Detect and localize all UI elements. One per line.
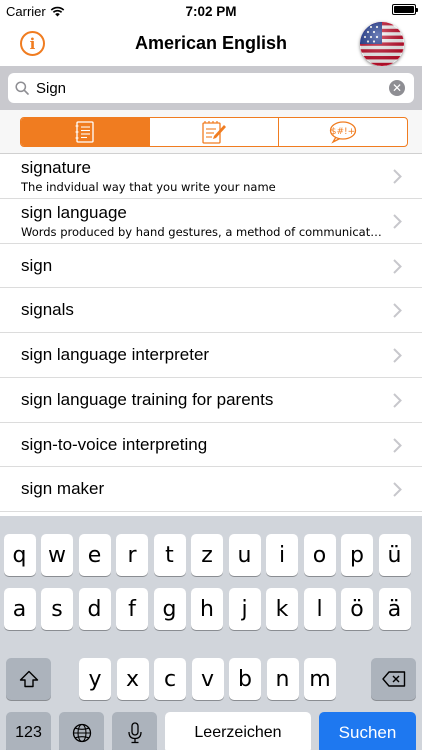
segmented-control: $#!+ [20,117,408,147]
clear-icon[interactable]: ✕ [389,80,405,96]
key-v[interactable]: v [191,658,224,700]
shift-key[interactable] [6,658,51,700]
status-time: 7:02 PM [185,4,237,19]
delete-key[interactable] [371,658,416,700]
battery-level [394,6,414,13]
shift-icon [19,670,38,688]
segment-speech[interactable]: $#!+ [279,118,407,146]
key-x[interactable]: x [116,658,149,700]
edit-note-icon [202,121,226,144]
key-e[interactable]: e [78,534,111,576]
search-field[interactable]: ✕ [8,73,414,103]
globe-key[interactable] [59,712,104,750]
list-item[interactable]: signature The indvidual way that you wri… [0,154,422,199]
key-w[interactable]: w [41,534,73,576]
search-bar: ✕ [0,66,422,110]
segment-bar: $#!+ [0,110,422,154]
key-l[interactable]: l [303,588,336,630]
key-ä[interactable]: ä [378,588,411,630]
globe-icon [72,723,91,743]
chevron-right-icon [393,393,402,408]
list-item[interactable]: sign language training for parents [0,378,422,423]
key-u[interactable]: u [228,534,261,576]
key-r[interactable]: r [116,534,148,576]
list-item-title: signature [21,158,91,177]
status-bar: Carrier 7:02 PM [0,0,422,22]
list-item[interactable]: sign maker [0,467,422,512]
key-f[interactable]: f [116,588,148,630]
key-h[interactable]: h [191,588,223,630]
list-item[interactable]: sign-to-voice interpreting [0,423,422,468]
list-item[interactable]: sign [0,244,422,289]
list-item-title: signals [21,300,74,320]
list-item-title: sign maker [21,479,105,499]
search-go-key[interactable]: Suchen [319,712,416,750]
battery-icon [392,4,418,15]
search-input[interactable] [36,79,389,97]
list-item[interactable]: sign language interpreter [0,333,422,378]
svg-text:$#!+: $#!+ [331,127,355,137]
chevron-right-icon [393,482,402,497]
key-b[interactable]: b [229,658,261,700]
key-p[interactable]: p [341,534,373,576]
key-g[interactable]: g [153,588,186,630]
delete-icon [381,671,405,687]
list-item-title: sign-to-voice interpreting [21,434,208,454]
list-item-title: sign [21,255,53,275]
microphone-key[interactable] [112,712,157,750]
search-icon [8,81,36,95]
nav-bar: i American English [0,22,422,66]
list-item-subtitle: The indvidual way that you write your na… [21,180,276,194]
segment-notepad[interactable] [21,118,150,146]
numbers-key[interactable]: 123 [6,712,51,750]
chevron-right-icon [393,437,402,453]
key-q[interactable]: q [3,534,36,576]
key-c[interactable]: c [154,658,186,700]
chevron-right-icon [393,348,402,363]
key-j[interactable]: j [228,588,261,630]
list-item[interactable]: signals [0,288,422,333]
list-item-title: sign language interpreter [21,345,210,364]
key-i[interactable]: i [266,534,298,576]
key-z[interactable]: z [191,534,223,576]
chevron-right-icon [393,214,402,229]
us-flag-graphic [360,22,404,66]
keyboard: 123 Leerzeichen Suchen qwertzuiopü asdfgh… [0,516,422,750]
key-o[interactable]: o [303,534,336,576]
key-k[interactable]: k [266,588,298,630]
key-n[interactable]: n [266,658,299,700]
chevron-right-icon [393,303,402,318]
us-flag-icon[interactable] [360,22,404,66]
page-title: American English [134,33,288,53]
key-ü[interactable]: ü [378,534,411,576]
key-t[interactable]: t [153,534,186,576]
chevron-right-icon [393,169,402,184]
list-item-title: sign language [21,202,127,222]
key-a[interactable]: a [3,588,36,630]
microphone-icon [127,722,142,744]
list-item-title: sign language training for parents [21,389,274,409]
notepad-icon [75,121,94,143]
status-right [392,4,418,15]
key-s[interactable]: s [41,588,73,630]
list-item-subtitle: Words produced by hand gestures, a metho… [21,224,383,239]
key-m[interactable]: m [304,658,336,700]
segment-edit-note[interactable] [150,118,279,146]
chevron-right-icon [393,258,402,274]
list-item[interactable]: sign language Words produced by hand ges… [0,199,422,244]
key-d[interactable]: d [78,588,111,630]
key-ö[interactable]: ö [341,588,373,630]
result-list: signature The indvidual way that you wri… [0,154,422,512]
space-key[interactable]: Leerzeichen [165,712,311,750]
speech-bubble-icon: $#!+ [329,121,357,144]
key-y[interactable]: y [79,658,111,700]
